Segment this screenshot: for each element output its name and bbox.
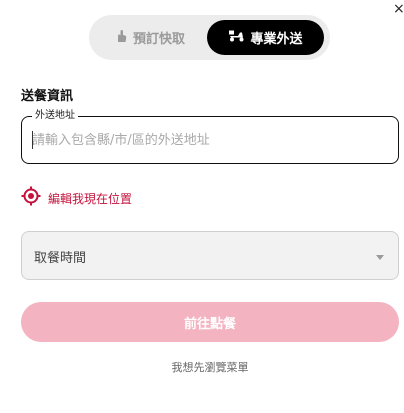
section-title: 送餐資訊 <box>21 89 74 104</box>
delivery-setup-dialog: × 預訂快取 專業外送 送餐資訊 外送地址 請輸入包含縣/市/區的外送地址 編輯… <box>0 0 404 413</box>
tab-delivery-label: 專業外送 <box>250 32 303 47</box>
tab-delivery[interactable]: 專業外送 <box>207 20 324 55</box>
pickup-time-value: 取餐時間 <box>34 251 87 266</box>
browse-menu-link[interactable]: 我想先瀏覽菜單 <box>0 359 404 375</box>
address-field-label: 外送地址 <box>32 109 78 122</box>
start-order-button[interactable]: 前往點餐 <box>21 302 399 342</box>
hand-icon <box>115 29 128 47</box>
pickup-time-select[interactable]: 取餐時間 <box>21 231 399 280</box>
chevron-down-icon <box>376 255 384 260</box>
address-field[interactable]: 外送地址 <box>21 109 399 164</box>
tab-pickup-label: 預訂快取 <box>132 32 185 47</box>
address-input[interactable] <box>32 130 387 150</box>
text-cursor <box>32 131 33 149</box>
order-mode-toggle: 預訂快取 專業外送 <box>89 15 330 60</box>
use-current-location-label: 編輯我現在位置 <box>48 191 133 206</box>
use-current-location-button[interactable]: 編輯我現在位置 <box>21 186 132 210</box>
close-icon[interactable]: × <box>393 2 404 16</box>
scooter-icon <box>228 29 245 46</box>
location-target-icon <box>21 186 41 210</box>
tab-pickup[interactable]: 預訂快取 <box>95 20 205 55</box>
